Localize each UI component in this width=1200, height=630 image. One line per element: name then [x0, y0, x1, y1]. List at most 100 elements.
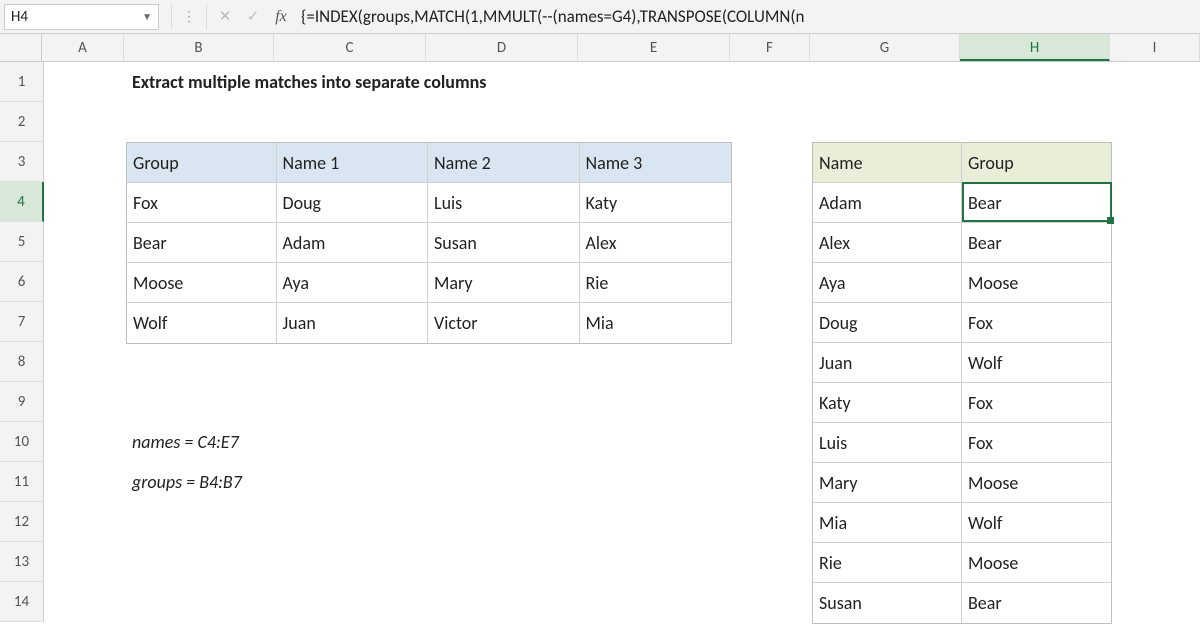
cell[interactable]: Luis [428, 183, 580, 223]
column-header-B[interactable]: B [124, 34, 274, 61]
enter-formula-button[interactable]: ✓ [239, 7, 267, 26]
cell[interactable]: Alex [580, 223, 732, 263]
cell[interactable]: Doug [813, 303, 962, 343]
row-header-10[interactable]: 10 [0, 422, 44, 462]
row-header-3[interactable]: 3 [0, 142, 44, 182]
row-header-9[interactable]: 9 [0, 382, 44, 422]
table-row: MaryMoose [813, 463, 1111, 503]
row-header-2[interactable]: 2 [0, 102, 44, 142]
cell[interactable]: Moose [962, 263, 1111, 303]
cell[interactable]: Juan [277, 303, 429, 343]
cell[interactable]: Mia [580, 303, 732, 343]
row-header-5[interactable]: 5 [0, 222, 44, 262]
table-row: MiaWolf [813, 503, 1111, 543]
cell[interactable]: Luis [813, 423, 962, 463]
cell[interactable]: Rie [813, 543, 962, 583]
name-box[interactable]: H4 ▼ [4, 4, 159, 30]
cell[interactable]: Victor [428, 303, 580, 343]
cell[interactable]: Fox [127, 183, 277, 223]
row-header-13[interactable]: 13 [0, 542, 44, 582]
row-header-1[interactable]: 1 [0, 62, 44, 102]
separator [171, 4, 172, 30]
cell[interactable]: Moose [962, 463, 1111, 503]
table-row: MooseAyaMaryRie [127, 263, 731, 303]
table-row: AyaMoose [813, 263, 1111, 303]
row-header-11[interactable]: 11 [0, 462, 44, 502]
cell[interactable]: Fox [962, 303, 1111, 343]
table-row: KatyFox [813, 383, 1111, 423]
formula-bar: H4 ▼ ⋮ ✕ ✓ fx {=INDEX(groups,MATCH(1,MMU… [0, 0, 1200, 34]
cell[interactable]: Juan [813, 343, 962, 383]
cell[interactable]: Alex [813, 223, 962, 263]
page-title: Extract multiple matches into separate c… [126, 62, 492, 102]
dots-icon: ⋮ [176, 8, 202, 25]
cell[interactable]: Mary [428, 263, 580, 303]
cell[interactable]: Bear [962, 223, 1111, 263]
cell[interactable]: Susan [813, 583, 962, 623]
column-header-H[interactable]: H [960, 34, 1110, 61]
table-groups: Group Name 1 Name 2 Name 3 FoxDougLuisKa… [126, 142, 732, 344]
row-header-6[interactable]: 6 [0, 262, 44, 302]
separator [206, 4, 207, 30]
row-header-7[interactable]: 7 [0, 302, 44, 342]
column-header-I[interactable]: I [1110, 34, 1200, 61]
table-row: BearAdamSusanAlex [127, 223, 731, 263]
cell[interactable]: Adam [813, 183, 962, 223]
cell[interactable]: Moose [127, 263, 277, 303]
cell[interactable]: Doug [277, 183, 429, 223]
cell[interactable]: Wolf [127, 303, 277, 343]
column-header-G[interactable]: G [810, 34, 960, 61]
table-row: JuanWolf [813, 343, 1111, 383]
cell[interactable]: Susan [428, 223, 580, 263]
cell[interactable]: Bear [962, 583, 1111, 623]
note-groups: groups = B4:B7 [126, 462, 248, 502]
table-row: LuisFox [813, 423, 1111, 463]
col-header-name2[interactable]: Name 2 [428, 143, 580, 183]
table-row: RieMoose [813, 543, 1111, 583]
col-header-name[interactable]: Name [813, 143, 962, 183]
row-header-14[interactable]: 14 [0, 582, 44, 622]
cell[interactable]: Wolf [962, 503, 1111, 543]
col-header-group[interactable]: Group [962, 143, 1111, 183]
cancel-formula-button[interactable]: ✕ [211, 7, 239, 26]
cell[interactable]: Fox [962, 423, 1111, 463]
row-header-12[interactable]: 12 [0, 502, 44, 542]
column-headers: ABCDEFGHI [0, 34, 1200, 62]
table-row: AlexBear [813, 223, 1111, 263]
col-header-group[interactable]: Group [127, 143, 277, 183]
cell[interactable]: Bear [962, 183, 1111, 223]
cell[interactable]: Aya [277, 263, 429, 303]
row-header-4[interactable]: 4 [0, 182, 44, 222]
col-header-name3[interactable]: Name 3 [580, 143, 732, 183]
column-header-A[interactable]: A [42, 34, 124, 61]
cell[interactable]: Aya [813, 263, 962, 303]
table-header-row: Group Name 1 Name 2 Name 3 [127, 143, 731, 183]
table-header-row: Name Group [813, 143, 1111, 183]
select-all-corner[interactable] [0, 34, 42, 61]
cell[interactable]: Fox [962, 383, 1111, 423]
column-header-D[interactable]: D [426, 34, 578, 61]
row-header-8[interactable]: 8 [0, 342, 44, 382]
chevron-down-icon[interactable]: ▼ [142, 10, 152, 23]
column-header-F[interactable]: F [730, 34, 810, 61]
column-header-E[interactable]: E [578, 34, 730, 61]
cell[interactable]: Moose [962, 543, 1111, 583]
table-row: SusanBear [813, 583, 1111, 623]
formula-input[interactable]: {=INDEX(groups,MATCH(1,MMULT(--(names=G4… [295, 6, 1200, 27]
cell[interactable]: Rie [580, 263, 732, 303]
cell[interactable]: Katy [813, 383, 962, 423]
column-header-C[interactable]: C [274, 34, 426, 61]
table-row: DougFox [813, 303, 1111, 343]
col-header-name1[interactable]: Name 1 [277, 143, 429, 183]
cell[interactable]: Bear [127, 223, 277, 263]
table-row: AdamBear [813, 183, 1111, 223]
cells-area[interactable]: Extract multiple matches into separate c… [44, 62, 1200, 630]
cell[interactable]: Wolf [962, 343, 1111, 383]
note-names: names = C4:E7 [126, 422, 245, 462]
fx-button[interactable]: fx [267, 8, 295, 26]
cell[interactable]: Adam [277, 223, 429, 263]
cell[interactable]: Mia [813, 503, 962, 543]
cell[interactable]: Mary [813, 463, 962, 503]
cell[interactable]: Katy [580, 183, 732, 223]
table-row: FoxDougLuisKaty [127, 183, 731, 223]
